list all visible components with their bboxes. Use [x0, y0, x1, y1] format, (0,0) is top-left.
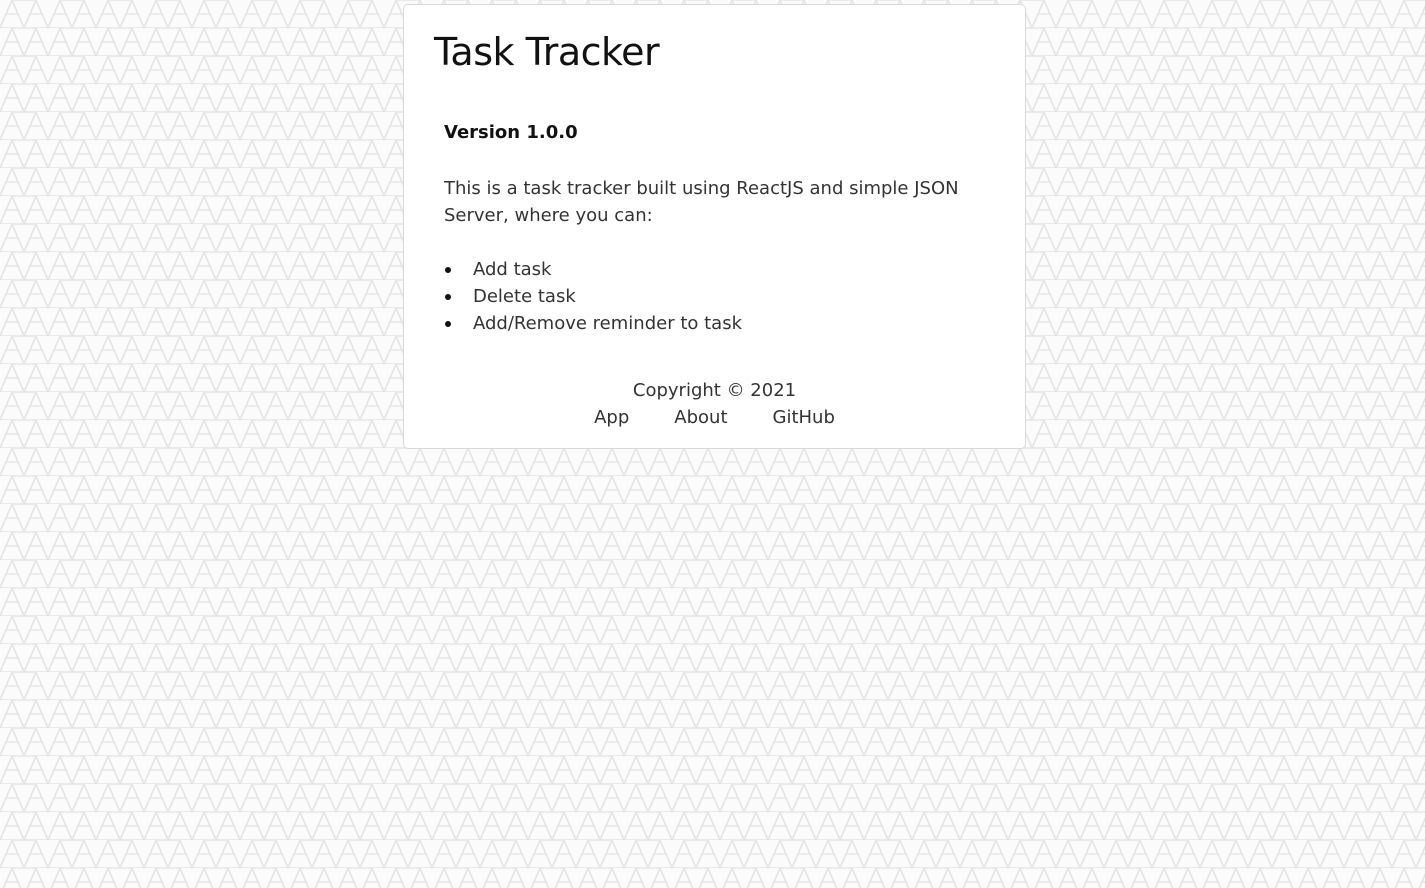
- version-label: Version 1.0.0: [444, 122, 578, 143]
- footer-link-app[interactable]: App: [594, 404, 629, 431]
- footer-link-github[interactable]: GitHub: [773, 404, 835, 431]
- app-description: This is a task tracker built using React…: [444, 178, 959, 226]
- list-item: Delete task: [444, 283, 742, 310]
- list-item: Add task: [444, 256, 742, 283]
- feature-label: Add task: [473, 259, 552, 280]
- app-title: Task Tracker: [434, 30, 660, 74]
- footer-nav: App About GitHub: [404, 404, 1025, 431]
- feature-label: Add/Remove reminder to task: [473, 313, 743, 334]
- copyright-text: Copyright © 2021: [632, 380, 797, 401]
- bullet-icon: [445, 321, 451, 327]
- list-item: Add/Remove reminder to task: [444, 310, 742, 337]
- bullet-icon: [445, 267, 451, 273]
- task-tracker-container: Task Tracker Version 1.0.0 This is a tas…: [403, 4, 1026, 449]
- footer: Copyright © 2021 App About GitHub: [404, 377, 1025, 431]
- feature-list: Add task Delete task Add/Remove reminder…: [444, 256, 742, 337]
- feature-label: Delete task: [473, 286, 576, 307]
- footer-link-about[interactable]: About: [674, 404, 727, 431]
- bullet-icon: [445, 294, 451, 300]
